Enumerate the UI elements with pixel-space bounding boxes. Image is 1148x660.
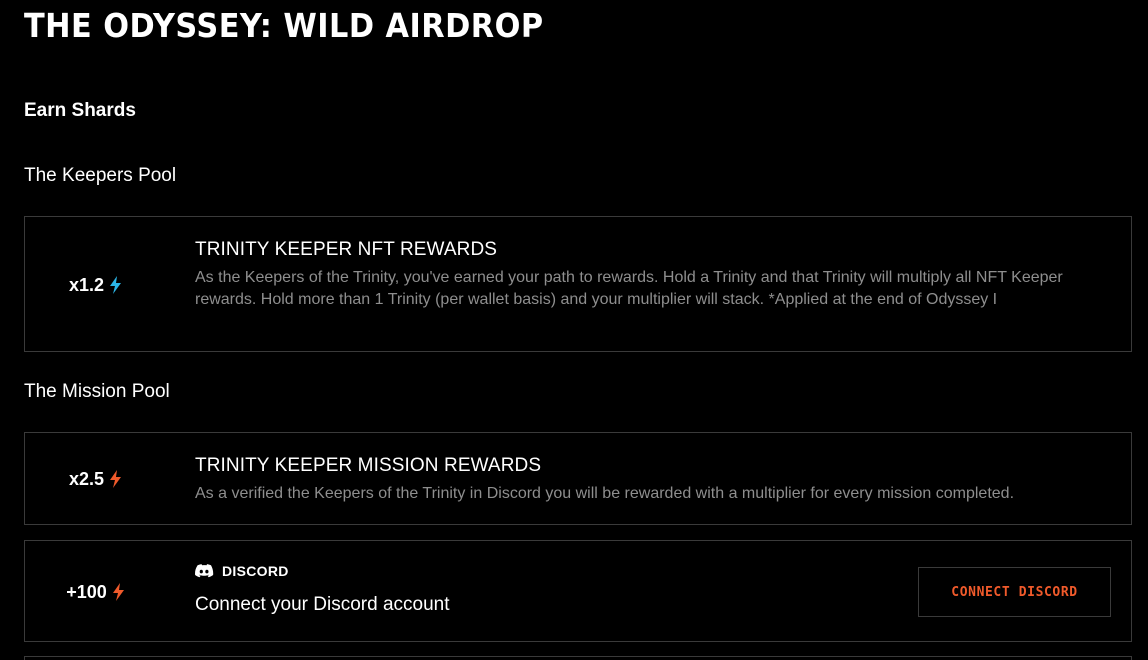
mission-rewards-title: TRINITY KEEPER MISSION REWARDS [195, 455, 542, 476]
mission-rewards-description: As a verified the Keepers of the Trinity… [195, 485, 1015, 502]
discord-task-text: Connect your Discord account [195, 594, 450, 615]
mission-multiplier-value: x2.5 [68, 469, 105, 489]
bolt-icon [110, 470, 122, 488]
mission-multiplier: x2.5 [25, 468, 165, 490]
discord-label: DISCORD [195, 562, 891, 580]
discord-icon [195, 563, 214, 577]
mission-rewards-card: x2.5 TRINITY KEEPER MISSION REWARDS As a… [24, 432, 1132, 525]
discord-points: +100 [25, 581, 165, 603]
discord-points-value: +100 [66, 582, 107, 602]
mission-pool-heading: The Mission Pool [24, 381, 170, 402]
next-card-edge [24, 656, 1132, 660]
bolt-icon [110, 276, 122, 294]
earn-shards-heading: Earn Shards [24, 100, 136, 121]
nft-multiplier: x1.2 [25, 274, 165, 296]
mission-rewards-body: TRINITY KEEPER MISSION REWARDS As a veri… [195, 454, 1107, 505]
discord-task-body: DISCORD Connect your Discord account [195, 562, 891, 617]
nft-rewards-card: x1.2 TRINITY KEEPER NFT REWARDS As the K… [24, 216, 1132, 352]
discord-task-card: +100 DISCORD Connect your Discord accoun… [24, 540, 1132, 642]
nft-rewards-description: As the Keepers of the Trinity, you've ea… [195, 269, 1063, 308]
bolt-icon [112, 583, 124, 601]
keepers-pool-heading: The Keepers Pool [24, 165, 177, 186]
connect-discord-button[interactable]: CONNECT DISCORD [918, 567, 1111, 617]
nft-rewards-title: TRINITY KEEPER NFT REWARDS [195, 239, 498, 260]
page-title: THE ODYSSEY: WILD AIRDROP [24, 6, 544, 45]
nft-multiplier-value: x1.2 [68, 275, 105, 295]
discord-label-text: DISCORD [222, 563, 289, 579]
nft-rewards-body: TRINITY KEEPER NFT REWARDS As the Keeper… [195, 238, 1107, 311]
